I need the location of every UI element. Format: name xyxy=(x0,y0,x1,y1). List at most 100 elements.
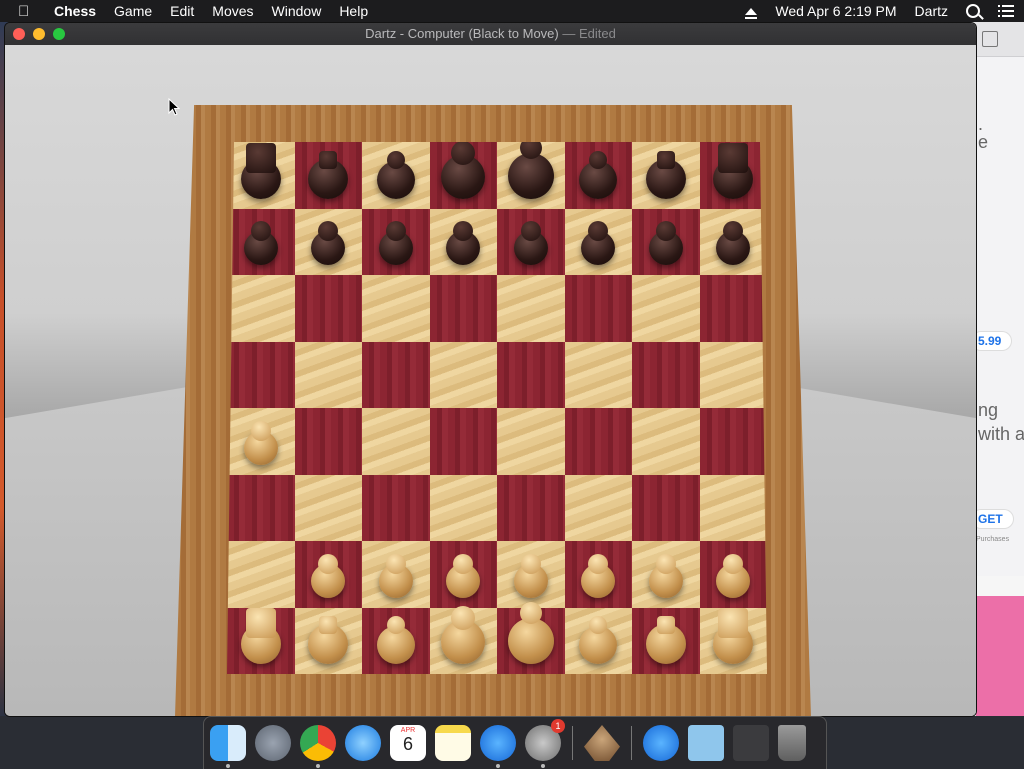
square-a7[interactable]: 7 xyxy=(227,208,295,275)
square-d4[interactable] xyxy=(429,408,497,475)
price-button[interactable]: 5.99 xyxy=(972,332,1012,350)
black-bishop[interactable] xyxy=(376,150,415,199)
white-pawn[interactable] xyxy=(716,553,751,598)
screenshot-icon[interactable] xyxy=(733,725,769,761)
square-d8[interactable] xyxy=(429,142,497,209)
square-g8[interactable] xyxy=(632,142,700,209)
square-h6[interactable] xyxy=(699,275,767,342)
title-bar[interactable]: Dartz - Computer (Black to Move) — Edite… xyxy=(5,23,976,45)
square-e2[interactable] xyxy=(497,541,565,608)
menu-help[interactable]: Help xyxy=(339,3,368,19)
menu-game[interactable]: Game xyxy=(114,3,152,19)
white-pawn[interactable] xyxy=(378,553,413,598)
eject-icon[interactable] xyxy=(745,7,758,19)
square-h7[interactable] xyxy=(699,208,767,275)
menu-app[interactable]: Chess xyxy=(54,3,96,19)
share-icon[interactable] xyxy=(982,31,998,47)
black-pawn[interactable] xyxy=(378,221,413,265)
square-f8[interactable] xyxy=(564,142,632,209)
applications-folder-icon[interactable] xyxy=(643,725,679,761)
square-f4[interactable] xyxy=(564,408,632,475)
square-a8[interactable]: 8 xyxy=(227,142,295,209)
white-queen[interactable] xyxy=(441,606,486,664)
square-f5[interactable] xyxy=(564,341,632,408)
square-g7[interactable] xyxy=(632,208,700,275)
square-d7[interactable] xyxy=(429,208,497,275)
white-rook[interactable] xyxy=(713,608,754,664)
square-c4[interactable] xyxy=(362,408,430,475)
white-pawn[interactable] xyxy=(446,553,481,598)
square-b8[interactable] xyxy=(294,142,362,209)
square-h1[interactable]: H xyxy=(699,607,767,674)
black-pawn[interactable] xyxy=(581,221,616,265)
square-c5[interactable] xyxy=(362,341,430,408)
white-knight[interactable] xyxy=(645,616,686,664)
trash-icon[interactable] xyxy=(778,725,806,761)
square-a4[interactable]: 4 xyxy=(227,408,295,475)
minimize-button[interactable] xyxy=(33,28,45,40)
black-rook[interactable] xyxy=(713,142,754,199)
square-a1[interactable]: 1A xyxy=(227,607,295,674)
square-f3[interactable] xyxy=(564,474,632,541)
square-d1[interactable]: D xyxy=(429,606,497,674)
square-c1[interactable]: C xyxy=(362,607,430,674)
finder-icon[interactable] xyxy=(210,725,246,768)
menu-window[interactable]: Window xyxy=(272,3,322,19)
square-f2[interactable] xyxy=(564,541,632,608)
white-bishop[interactable] xyxy=(579,616,618,664)
white-rook[interactable] xyxy=(240,608,281,664)
close-button[interactable] xyxy=(13,28,25,40)
white-pawn[interactable] xyxy=(581,553,616,598)
square-e1[interactable]: E xyxy=(497,602,565,674)
black-rook[interactable] xyxy=(240,142,281,199)
square-d2[interactable] xyxy=(429,541,497,608)
square-a3[interactable]: 3 xyxy=(227,474,295,541)
square-a2[interactable]: 2 xyxy=(227,541,295,608)
white-knight[interactable] xyxy=(308,616,349,664)
square-h2[interactable] xyxy=(699,541,767,608)
system-preferences-icon[interactable]: 1 xyxy=(525,719,565,768)
square-b1[interactable]: B xyxy=(294,607,362,674)
square-g2[interactable] xyxy=(632,541,700,608)
square-e4[interactable] xyxy=(497,408,565,475)
square-e6[interactable] xyxy=(497,275,565,342)
black-king[interactable] xyxy=(507,142,554,199)
clock[interactable]: Wed Apr 6 2:19 PM xyxy=(775,3,896,19)
white-pawn[interactable] xyxy=(311,553,346,598)
black-knight[interactable] xyxy=(308,150,349,199)
square-g1[interactable]: G xyxy=(632,607,700,674)
square-f6[interactable] xyxy=(564,275,632,342)
chess-icon[interactable] xyxy=(584,725,620,761)
square-d5[interactable] xyxy=(429,341,497,408)
white-pawn[interactable] xyxy=(243,420,278,465)
chrome-icon[interactable] xyxy=(300,725,336,768)
square-a6[interactable]: 6 xyxy=(227,275,295,342)
square-a5[interactable]: 5 xyxy=(227,341,295,408)
square-e3[interactable] xyxy=(497,474,565,541)
square-f1[interactable]: F xyxy=(564,607,632,674)
menu-edit[interactable]: Edit xyxy=(170,3,194,19)
square-d6[interactable] xyxy=(429,275,497,342)
zoom-button[interactable] xyxy=(53,28,65,40)
black-knight[interactable] xyxy=(645,150,686,199)
square-b6[interactable] xyxy=(294,275,362,342)
square-c8[interactable] xyxy=(362,142,430,209)
user-name[interactable]: Dartz xyxy=(915,3,948,19)
spotlight-search-icon[interactable] xyxy=(966,4,980,18)
white-king[interactable] xyxy=(507,602,554,664)
launchpad-icon[interactable] xyxy=(255,725,291,761)
square-b7[interactable] xyxy=(294,208,362,275)
black-pawn[interactable] xyxy=(311,221,346,265)
square-d3[interactable] xyxy=(429,474,497,541)
square-c7[interactable] xyxy=(362,208,430,275)
square-h8[interactable] xyxy=(699,142,767,209)
square-f7[interactable] xyxy=(564,208,632,275)
app-store-icon[interactable] xyxy=(480,725,516,768)
square-g4[interactable] xyxy=(632,408,700,475)
square-g6[interactable] xyxy=(632,275,700,342)
black-queen[interactable] xyxy=(441,142,486,199)
square-c6[interactable] xyxy=(362,275,430,342)
black-pawn[interactable] xyxy=(648,221,683,265)
calendar-icon[interactable]: APR 6 xyxy=(390,725,426,761)
white-pawn[interactable] xyxy=(513,553,548,598)
